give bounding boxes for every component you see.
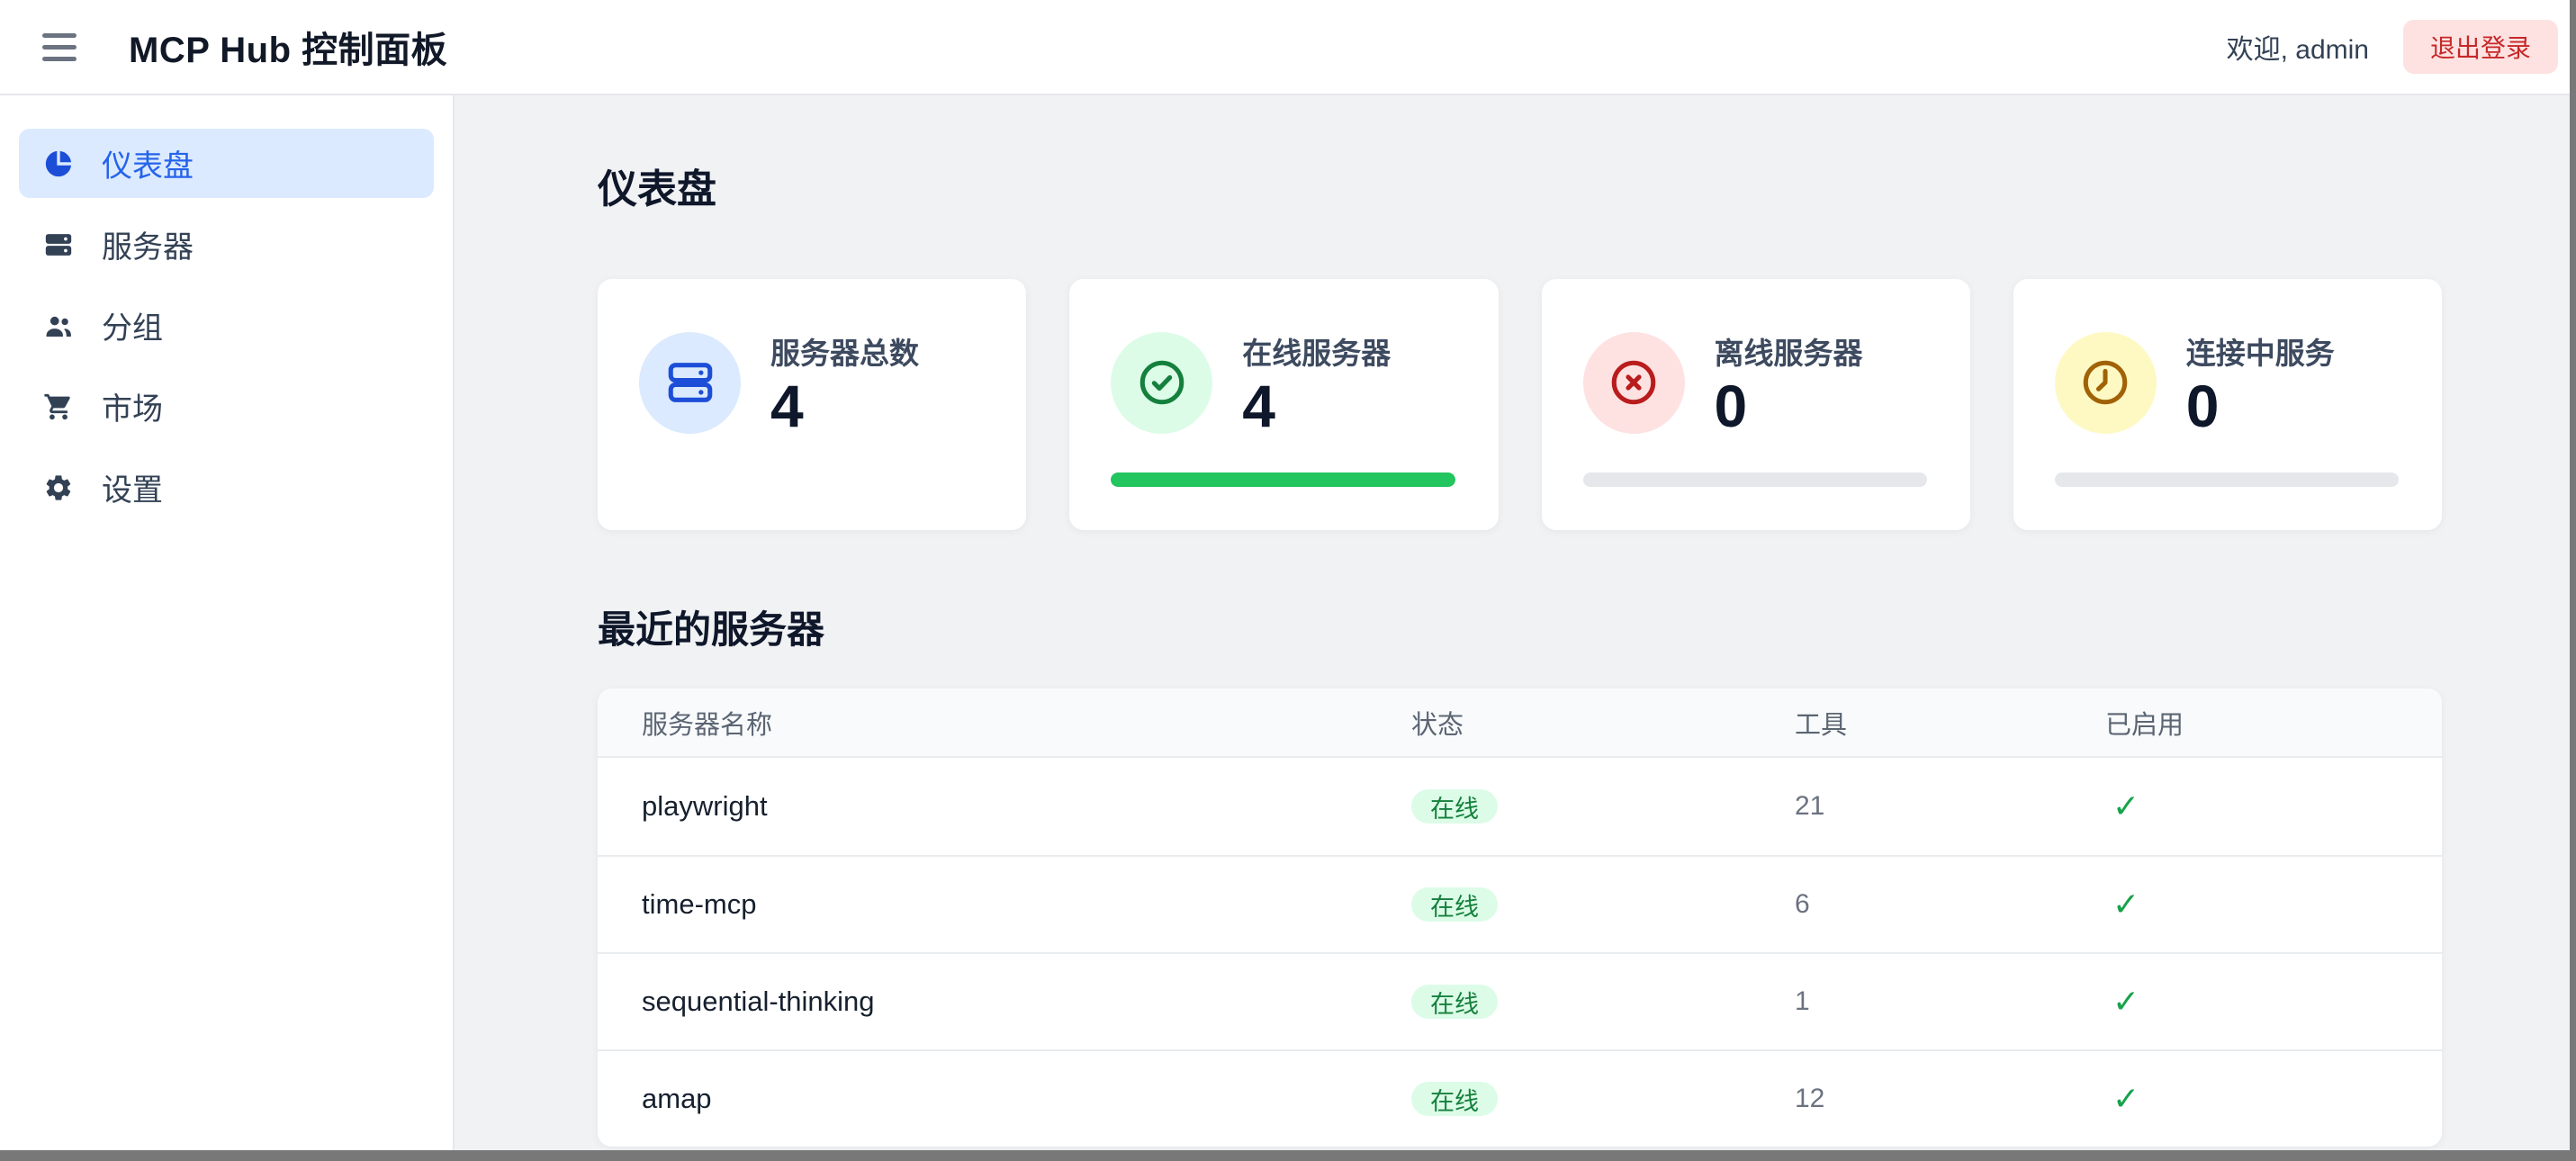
welcome-text: 欢迎, admin — [2227, 27, 2369, 67]
enabled-check-icon: ✓ — [2105, 1080, 2442, 1118]
tools-count: 1 — [1795, 986, 2105, 1017]
stat-label: 离线服务器 — [1715, 329, 1863, 373]
server-icon — [639, 332, 741, 434]
page-title: 仪表盘 — [598, 157, 2442, 214]
table-row[interactable]: amap 在线 12 ✓ — [598, 1049, 2442, 1147]
status-badge: 在线 — [1411, 1082, 1498, 1116]
server-name: time-mcp — [642, 888, 1411, 921]
progress-bar — [1583, 472, 1927, 487]
col-header-status: 状态 — [1411, 704, 1795, 742]
progress-bar — [1111, 472, 1455, 487]
stat-value: 0 — [1715, 376, 1863, 436]
stat-value: 4 — [770, 376, 919, 436]
status-badge: 在线 — [1411, 789, 1498, 824]
stat-cards: 服务器总数 4 在线服务器 4 — [598, 279, 2442, 530]
stat-card-online-servers: 在线服务器 4 — [1069, 279, 1498, 530]
sidebar-item-groups[interactable]: 分组 — [19, 291, 434, 360]
stat-card-connecting-servers: 连接中服务 0 — [2013, 279, 2442, 530]
header-right: 欢迎, admin 退出登录 — [2227, 20, 2558, 74]
recent-servers-table: 服务器名称 状态 工具 已启用 playwright 在线 21 ✓ time-… — [598, 688, 2442, 1147]
enabled-check-icon: ✓ — [2105, 886, 2442, 923]
logout-button[interactable]: 退出登录 — [2403, 20, 2558, 74]
app-title: MCP Hub 控制面板 — [129, 21, 447, 73]
status-badge: 在线 — [1411, 985, 1498, 1019]
server-icon — [42, 229, 75, 261]
vertical-scrollbar[interactable] — [2570, 0, 2576, 1161]
stat-card-total-servers: 服务器总数 4 — [598, 279, 1026, 530]
sidebar-item-servers[interactable]: 服务器 — [19, 210, 434, 279]
progress-bar — [2055, 472, 2399, 487]
clock-icon — [2055, 332, 2157, 434]
table-row[interactable]: time-mcp 在线 6 ✓ — [598, 855, 2442, 952]
sidebar-item-label: 服务器 — [102, 222, 194, 266]
tools-count: 21 — [1795, 791, 2105, 822]
app-header: MCP Hub 控制面板 欢迎, admin 退出登录 — [0, 0, 2576, 95]
enabled-check-icon: ✓ — [2105, 983, 2442, 1021]
sidebar-item-label: 分组 — [102, 303, 163, 347]
sidebar-item-dashboard[interactable]: 仪表盘 — [19, 129, 434, 198]
stat-value: 0 — [2186, 376, 2335, 436]
recent-servers-title: 最近的服务器 — [598, 599, 2442, 654]
server-name: amap — [642, 1083, 1411, 1115]
sidebar-item-label: 市场 — [102, 384, 163, 428]
app-window: MCP Hub 控制面板 欢迎, admin 退出登录 仪表盘 服务器 — [0, 0, 2576, 1161]
sidebar-item-market[interactable]: 市场 — [19, 372, 434, 441]
cart-icon — [42, 391, 75, 423]
menu-button[interactable] — [42, 30, 82, 64]
x-circle-icon — [1583, 332, 1685, 434]
server-name: playwright — [642, 790, 1411, 823]
col-header-tools: 工具 — [1795, 704, 2105, 742]
tools-count: 12 — [1795, 1084, 2105, 1114]
col-header-enabled: 已启用 — [2105, 704, 2442, 742]
pie-chart-icon — [42, 148, 75, 180]
users-icon — [42, 310, 75, 342]
sidebar: 仪表盘 服务器 分组 市场 — [0, 95, 455, 1161]
stat-value: 4 — [1242, 376, 1391, 436]
check-circle-icon — [1111, 332, 1212, 434]
horizontal-scrollbar[interactable] — [0, 1150, 2576, 1161]
main-content: 仪表盘 服务器总数 4 — [455, 95, 2576, 1161]
status-badge: 在线 — [1411, 887, 1498, 922]
hamburger-icon — [42, 33, 77, 38]
server-name: sequential-thinking — [642, 986, 1411, 1018]
sidebar-item-label: 设置 — [102, 465, 163, 509]
stat-label: 在线服务器 — [1242, 329, 1391, 373]
tools-count: 6 — [1795, 889, 2105, 920]
sidebar-item-label: 仪表盘 — [102, 141, 194, 185]
stat-card-offline-servers: 离线服务器 0 — [1542, 279, 1970, 530]
sidebar-item-settings[interactable]: 设置 — [19, 453, 434, 522]
table-row[interactable]: sequential-thinking 在线 1 ✓ — [598, 952, 2442, 1049]
table-header-row: 服务器名称 状态 工具 已启用 — [598, 688, 2442, 758]
enabled-check-icon: ✓ — [2105, 788, 2442, 825]
stat-label: 服务器总数 — [770, 329, 919, 373]
stat-label: 连接中服务 — [2186, 329, 2335, 373]
col-header-server-name: 服务器名称 — [642, 704, 1411, 742]
gear-icon — [42, 472, 75, 504]
table-row[interactable]: playwright 在线 21 ✓ — [598, 758, 2442, 855]
